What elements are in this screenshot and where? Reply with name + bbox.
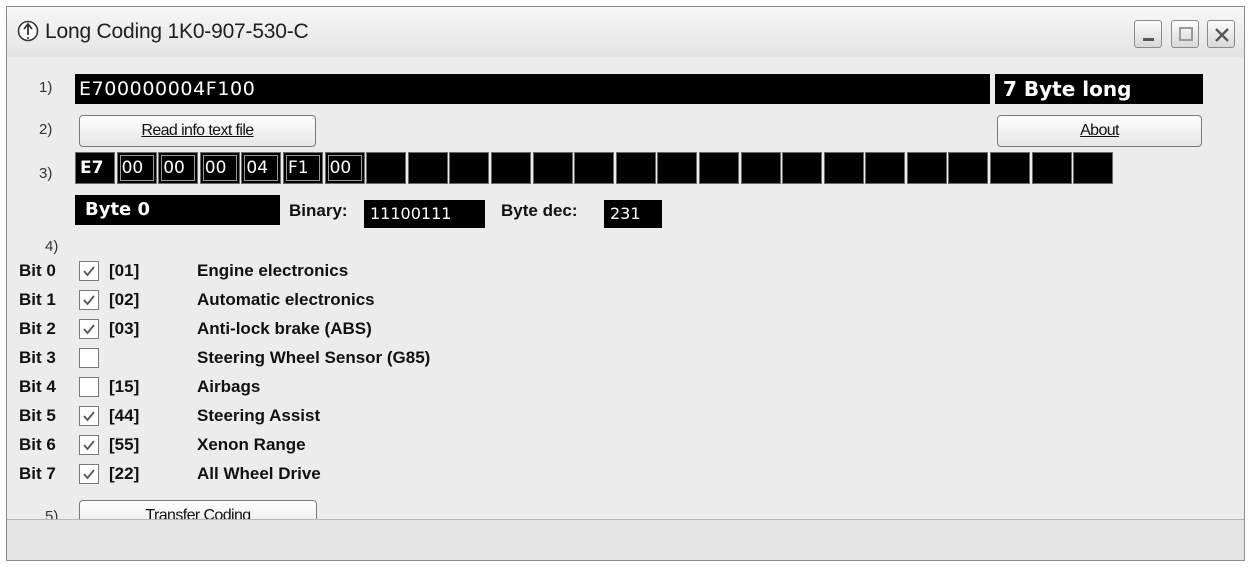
byte-cell[interactable]	[407, 152, 448, 184]
bit-label: Bit 0	[19, 261, 56, 280]
bit-description: Airbags	[197, 377, 261, 396]
byte-dec-label: Byte dec:	[501, 201, 578, 220]
row-number-4: 4)	[45, 238, 59, 255]
status-bar	[7, 519, 1244, 560]
bit-code: [44]	[109, 406, 140, 425]
bit-description: Steering Wheel Sensor (G85)	[197, 348, 431, 367]
bit-label: Bit 7	[19, 464, 56, 483]
checkmark-icon	[83, 324, 95, 335]
byte-cell[interactable]	[574, 152, 615, 184]
bit-checkbox[interactable]	[79, 377, 99, 397]
bit-checkbox[interactable]	[79, 406, 99, 426]
byte-cell[interactable]	[366, 152, 407, 184]
byte-cell[interactable]: F1	[282, 152, 323, 184]
minimize-button[interactable]	[1134, 20, 1162, 48]
bit-code: [15]	[109, 377, 140, 396]
main-content: 1) E7 00 00 00 04 F1 00 7 Byte long 2) Read in…	[7, 57, 1244, 532]
byte-index-label: Byte 0	[75, 195, 280, 225]
byte-cell[interactable]	[865, 152, 906, 184]
byte-cell[interactable]: 00	[116, 152, 157, 184]
bit-label: Bit 3	[19, 348, 56, 367]
byte-dec-value-field: 231	[604, 200, 662, 228]
byte-cell[interactable]: 04	[241, 152, 282, 184]
byte-cell-value: 00	[163, 158, 185, 178]
close-icon	[1215, 28, 1229, 42]
bit-checkbox[interactable]	[79, 348, 99, 368]
byte-cell[interactable]: 00	[324, 152, 365, 184]
row-number-2: 2)	[39, 121, 53, 138]
bit-checkbox[interactable]	[79, 464, 99, 484]
bit-label: Bit 4	[19, 377, 56, 396]
byte-cell[interactable]: E7	[75, 152, 115, 184]
minimize-icon	[1143, 38, 1154, 41]
byte-cell[interactable]	[906, 152, 947, 184]
byte-length-label: 7 Byte long	[995, 74, 1203, 104]
byte-cell[interactable]	[990, 152, 1031, 184]
bit-description: Anti-lock brake (ABS)	[197, 319, 372, 338]
byte-cell-value: 00	[121, 158, 144, 178]
byte-cell-value: 00	[204, 158, 227, 178]
row-number-3: 3)	[39, 165, 53, 182]
app-icon[interactable]	[17, 20, 39, 42]
checkmark-icon	[83, 411, 95, 422]
checkmark-icon	[83, 469, 95, 480]
byte-cell-value: E7	[80, 158, 104, 178]
byte-cell[interactable]	[948, 152, 989, 184]
maximize-icon	[1179, 27, 1193, 41]
bit-description: Engine electronics	[197, 261, 349, 280]
byte-cell-value: 04	[246, 158, 269, 178]
bit-description: All Wheel Drive	[197, 464, 321, 483]
byte-cell[interactable]	[490, 152, 531, 184]
bit-checkbox[interactable]	[79, 435, 99, 455]
bit-code: [02]	[109, 290, 140, 309]
maximize-button[interactable]	[1171, 20, 1199, 48]
bit-code: [55]	[109, 435, 140, 454]
coding-value-field[interactable]: E700000004F100	[75, 74, 990, 104]
bit-code: [03]	[109, 319, 140, 338]
row-number-1: 1)	[39, 79, 53, 96]
binary-value-field: 11100111	[364, 200, 485, 228]
bit-label: Bit 5	[19, 406, 56, 425]
window-title: Long Coding 1K0-907-530-C	[45, 20, 309, 43]
bit-code: [22]	[109, 464, 140, 483]
bit-code: [01]	[109, 261, 140, 280]
read-info-text-file-button[interactable]: Read info text file	[79, 115, 316, 147]
title-bar[interactable]: Long Coding 1K0-907-530-C	[7, 7, 1244, 57]
checkmark-icon	[83, 266, 95, 277]
byte-cells: E7 00 00 00 04 F1 00	[75, 152, 1115, 184]
checkmark-icon	[83, 295, 95, 306]
about-button[interactable]: About	[997, 115, 1202, 147]
byte-cell[interactable]	[532, 152, 573, 184]
byte-cell[interactable]	[1073, 152, 1114, 184]
byte-cell[interactable]: 00	[158, 152, 199, 184]
checkmark-icon	[83, 440, 95, 451]
byte-cell[interactable]	[782, 152, 823, 184]
bit-description: Steering Assist	[197, 406, 321, 425]
long-coding-window: Long Coding 1K0-907-530-C 1) E7 00 00 00 04 F…	[6, 6, 1245, 561]
bit-description: Xenon Range	[197, 435, 306, 454]
binary-label: Binary:	[289, 201, 348, 220]
bit-checkbox[interactable]	[79, 261, 99, 281]
byte-cell[interactable]	[657, 152, 698, 184]
byte-cell[interactable]	[449, 152, 490, 184]
bit-description: Automatic electronics	[197, 290, 375, 309]
byte-cell[interactable]	[615, 152, 656, 184]
byte-cell[interactable]: 00	[199, 152, 240, 184]
byte-cell[interactable]	[698, 152, 739, 184]
bit-label: Bit 2	[19, 319, 56, 338]
byte-cell[interactable]	[823, 152, 864, 184]
byte-cell-value: 00	[329, 158, 352, 178]
byte-cell[interactable]	[740, 152, 781, 184]
bit-checkbox[interactable]	[79, 319, 99, 339]
byte-cell-value: F1	[287, 158, 309, 178]
bit-checkbox[interactable]	[79, 290, 99, 310]
bit-label: Bit 1	[19, 290, 56, 309]
bit-label: Bit 6	[19, 435, 56, 454]
byte-cell[interactable]	[1031, 152, 1072, 184]
close-button[interactable]	[1207, 20, 1235, 48]
